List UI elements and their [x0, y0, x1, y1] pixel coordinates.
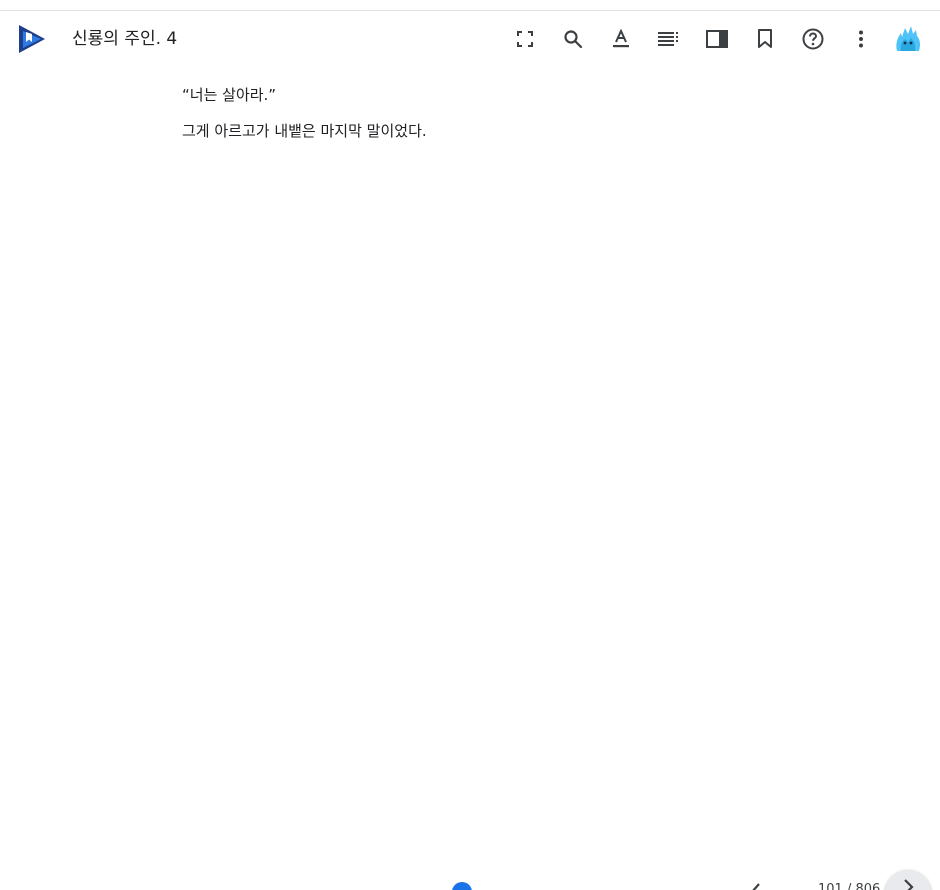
- next-page-button[interactable]: [885, 870, 931, 890]
- reader-header: 신룡의 주인. 4: [0, 11, 940, 67]
- book-page-content: “너는 살아라.” 그게 아르고가 내뱉은 마지막 말이었다.: [182, 84, 782, 156]
- paragraph: “너는 살아라.”: [182, 86, 277, 104]
- paragraph: 그게 아르고가 내뱉은 마지막 말이었다.: [182, 122, 427, 140]
- table-of-contents-icon: [658, 32, 680, 46]
- layout-panel-icon: [706, 30, 728, 48]
- more-vert-icon: [858, 30, 864, 48]
- text-format-button[interactable]: [605, 23, 637, 55]
- account-avatar[interactable]: [892, 23, 924, 55]
- fullscreen-button[interactable]: [509, 23, 541, 55]
- previous-page-button[interactable]: [744, 880, 768, 890]
- help-icon: [802, 28, 824, 50]
- help-button[interactable]: [797, 23, 829, 55]
- progress-slider-thumb[interactable]: [452, 882, 472, 890]
- bookmark-button[interactable]: [749, 23, 781, 55]
- search-icon: [563, 29, 583, 49]
- layout-button[interactable]: [701, 23, 733, 55]
- fullscreen-icon: [516, 30, 534, 48]
- search-button[interactable]: [557, 23, 589, 55]
- more-options-button[interactable]: [845, 23, 877, 55]
- google-play-books-logo[interactable]: [17, 23, 47, 55]
- contents-button[interactable]: [653, 23, 685, 55]
- text-format-icon: [612, 29, 630, 49]
- bookmark-icon: [757, 29, 773, 49]
- reader-footer: 101 / 806: [0, 860, 940, 890]
- book-title: 신룡의 주인. 4: [72, 29, 178, 49]
- page-indicator: 101 / 806: [818, 882, 881, 890]
